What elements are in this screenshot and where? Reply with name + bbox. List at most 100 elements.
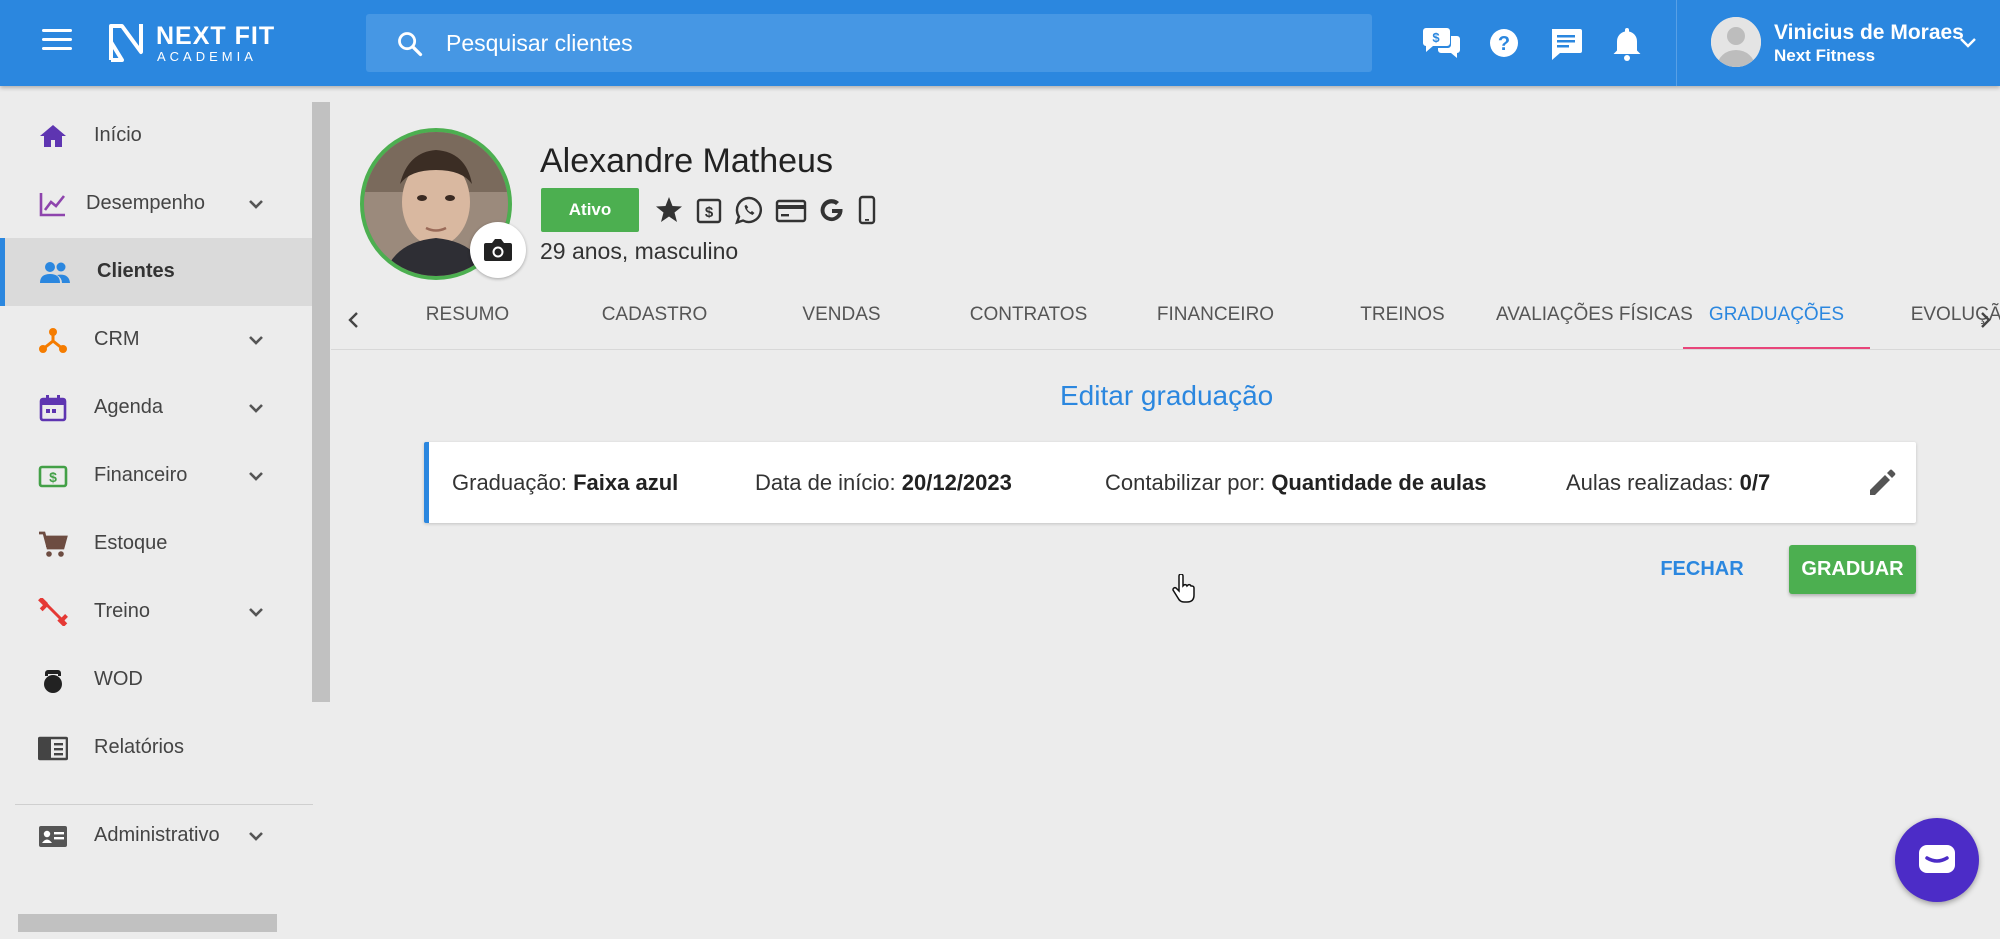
logo[interactable]: NEXT FIT ACADEMIA xyxy=(108,20,288,66)
sidebar-item-clientes[interactable]: Clientes xyxy=(0,238,312,306)
camera-icon xyxy=(484,239,512,261)
dollar-icon[interactable]: $ xyxy=(692,192,726,228)
chevron-down-icon[interactable] xyxy=(246,332,266,350)
graduation-label: Graduação: xyxy=(452,470,567,495)
start-date-label: Data de início: xyxy=(755,470,896,495)
sidebar-item-label: CRM xyxy=(94,328,140,350)
chat-money-icon[interactable]: $ xyxy=(1421,22,1463,64)
tab-vendas[interactable]: VENDAS xyxy=(748,290,935,349)
sidebar-item-label: Agenda xyxy=(94,396,163,418)
page-title: Editar graduação xyxy=(1060,380,1274,411)
tab-graduacoes[interactable]: GRADUAÇÕES xyxy=(1683,290,1870,349)
user-menu[interactable]: Vinicius de Moraes Next Fitness xyxy=(1676,0,2000,86)
logo-subtitle: ACADEMIA xyxy=(157,49,257,64)
chevron-down-icon[interactable] xyxy=(246,400,266,418)
client-name: Alexandre Matheus xyxy=(540,142,833,180)
help-icon[interactable]: ? xyxy=(1483,22,1525,64)
dumbbell-icon xyxy=(38,598,68,626)
svg-text:?: ? xyxy=(1498,33,1510,55)
star-icon[interactable] xyxy=(652,192,686,228)
search-bar xyxy=(366,14,1372,72)
sidebar-item-label: Relatórios xyxy=(94,736,185,758)
sidebar-item-wod[interactable]: WOD xyxy=(0,646,312,714)
crm-icon xyxy=(39,328,67,353)
chevron-right-icon[interactable] xyxy=(1971,306,1999,334)
close-button[interactable]: FECHAR xyxy=(1650,546,1754,592)
bell-icon[interactable] xyxy=(1606,22,1648,64)
chevron-down-icon[interactable] xyxy=(1957,32,1979,54)
sidebar-scrollbar-horizontal[interactable] xyxy=(18,914,277,932)
sidebar-item-label: Administrativo xyxy=(94,824,220,846)
sidebar-scrollbar-vertical[interactable] xyxy=(312,102,330,702)
svg-text:$: $ xyxy=(705,204,714,221)
graduation-value: Faixa azul xyxy=(573,470,679,495)
profile-tabs: RESUMO CADASTRO VENDAS CONTRATOS FINANCEIRO T… xyxy=(331,290,2000,350)
graduation-card: Graduação: Faixa azul Data de início: 20… xyxy=(424,442,1916,523)
logo-title: NEXT FIT xyxy=(156,22,276,50)
sidebar-item-crm[interactable]: CRM xyxy=(0,306,312,374)
chevron-down-icon[interactable] xyxy=(246,604,266,622)
sidebar-item-inicio[interactable]: Início xyxy=(0,102,312,170)
tab-resumo[interactable]: RESUMO xyxy=(374,290,561,349)
tab-financeiro[interactable]: FINANCEIRO xyxy=(1122,290,1309,349)
count-by-field: Contabilizar por: Quantidade de aulas xyxy=(1105,470,1486,496)
tab-contratos[interactable]: CONTRATOS xyxy=(935,290,1122,349)
credit-card-icon[interactable] xyxy=(774,192,808,228)
start-date-value: 20/12/2023 xyxy=(901,470,1012,495)
count-by-value: Quantidade de aulas xyxy=(1271,470,1487,495)
sidebar-item-agenda[interactable]: Agenda xyxy=(0,374,312,442)
count-by-label: Contabilizar por: xyxy=(1105,470,1266,495)
sidebar-item-label: Estoque xyxy=(94,532,168,554)
search-icon xyxy=(398,32,423,57)
message-icon[interactable] xyxy=(1545,22,1587,64)
money-icon: $ xyxy=(38,465,68,488)
svg-text:$: $ xyxy=(1432,30,1440,45)
tab-cadastro[interactable]: CADASTRO xyxy=(561,290,748,349)
tab-treinos[interactable]: TREINOS xyxy=(1309,290,1496,349)
sidebar-item-desempenho[interactable]: Desempenho xyxy=(0,170,312,238)
menu-icon[interactable] xyxy=(42,29,72,55)
classes-done-label: Aulas realizadas: xyxy=(1566,470,1734,495)
graduate-button[interactable]: GRADUAR xyxy=(1789,545,1916,594)
graduation-field: Graduação: Faixa azul xyxy=(452,470,678,496)
sidebar-item-administrativo[interactable]: Administrativo xyxy=(0,802,312,870)
chart-icon xyxy=(39,193,66,217)
sidebar-divider xyxy=(15,804,313,805)
sidebar-item-label: WOD xyxy=(94,668,143,690)
user-name: Vinicius de Moraes xyxy=(1774,21,1964,44)
whatsapp-icon[interactable] xyxy=(732,192,766,228)
user-company: Next Fitness xyxy=(1774,46,1876,65)
svg-text:$: $ xyxy=(49,469,57,485)
status-badge: Ativo xyxy=(541,188,639,232)
report-icon xyxy=(38,736,68,761)
sidebar-item-treino[interactable]: Treino xyxy=(0,578,312,646)
sidebar-item-label: Financeiro xyxy=(94,464,188,486)
sidebar-item-financeiro[interactable]: $ Financeiro xyxy=(0,442,312,510)
edit-icon[interactable] xyxy=(1865,466,1899,500)
change-photo-button[interactable] xyxy=(470,222,526,278)
people-icon xyxy=(40,262,70,283)
chevron-left-icon[interactable] xyxy=(340,306,368,334)
phone-icon[interactable] xyxy=(850,192,884,228)
chevron-down-icon[interactable] xyxy=(246,828,266,846)
top-bar: NEXT FIT ACADEMIA $ ? xyxy=(0,0,2000,86)
sidebar: Início Desempenho Clientes CRM Agenda $ Financ… xyxy=(0,86,331,939)
sidebar-item-estoque[interactable]: Estoque xyxy=(0,510,312,578)
sidebar-item-label: Clientes xyxy=(97,260,175,282)
sidebar-item-label: Treino xyxy=(94,600,150,622)
next-fit-logo-icon xyxy=(109,24,143,62)
classes-done-field: Aulas realizadas: 0/7 xyxy=(1566,470,1770,496)
sidebar-item-relatorios[interactable]: Relatórios xyxy=(0,714,312,782)
kettlebell-icon xyxy=(44,670,62,693)
chat-icon xyxy=(1919,845,1955,873)
chat-button[interactable] xyxy=(1895,818,1979,902)
avatar xyxy=(1711,17,1761,67)
client-info: 29 anos, masculino xyxy=(540,238,739,264)
google-icon[interactable] xyxy=(815,192,849,228)
chevron-down-icon[interactable] xyxy=(246,468,266,486)
chevron-down-icon[interactable] xyxy=(246,196,266,214)
home-icon xyxy=(40,125,66,147)
search-input[interactable] xyxy=(446,14,1346,72)
id-card-icon xyxy=(39,826,67,847)
tab-avaliacoes-fisicas[interactable]: AVALIAÇÕES FÍSICAS xyxy=(1496,290,1693,349)
